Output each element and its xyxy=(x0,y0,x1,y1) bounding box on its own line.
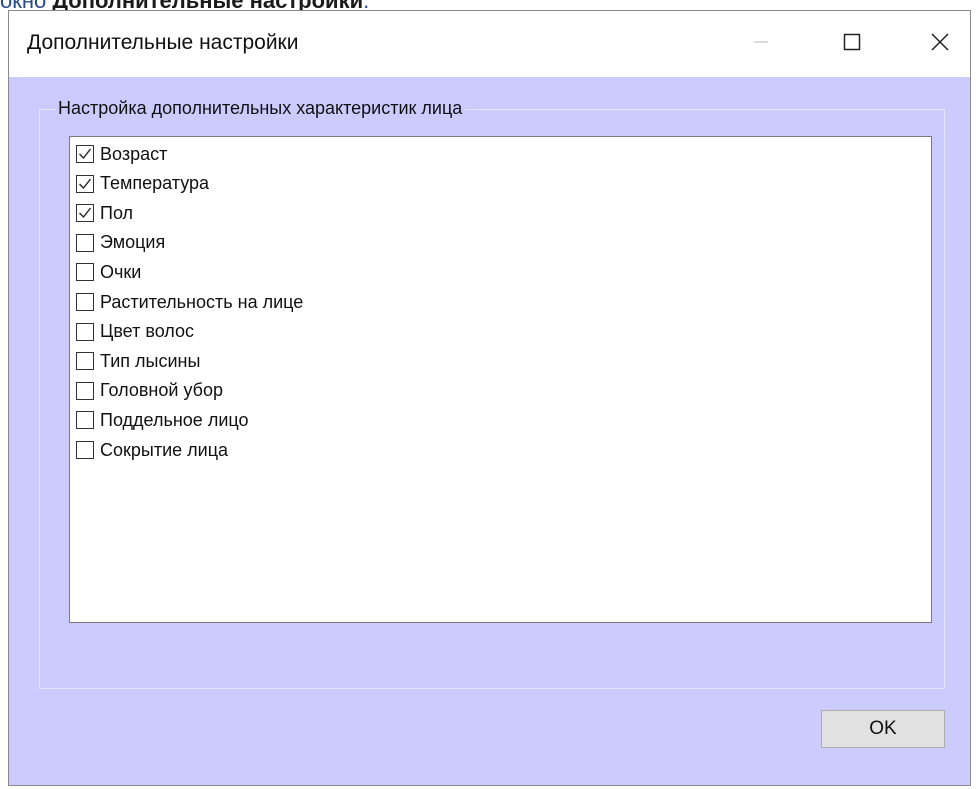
checklist-item[interactable]: Очки xyxy=(76,259,141,285)
checkbox-unchecked[interactable] xyxy=(76,352,94,371)
maximize-button[interactable] xyxy=(827,11,877,77)
close-button[interactable] xyxy=(915,11,965,77)
minimize-button[interactable] xyxy=(736,11,786,77)
minimize-icon xyxy=(753,34,769,55)
checkbox-unchecked[interactable] xyxy=(76,233,94,252)
checklist-item[interactable]: Цвет волос xyxy=(76,319,194,345)
checklist-item[interactable]: Пол xyxy=(76,200,133,226)
checklist-item-label: Головной убор xyxy=(100,380,223,401)
checklist-item-label: Эмоция xyxy=(100,232,166,253)
checklist-item[interactable]: Температура xyxy=(76,171,209,197)
checklist-item-label: Цвет волос xyxy=(100,321,195,342)
checkbox-unchecked[interactable] xyxy=(76,441,94,459)
settings-dialog: Дополнительные настройки Настройка допол… xyxy=(8,10,971,786)
window-title: Дополнительные настройки xyxy=(27,31,299,54)
checklist-item[interactable]: Тип лысины xyxy=(76,348,200,374)
checklist-item[interactable]: Сокрытие лица xyxy=(76,437,228,463)
close-icon xyxy=(931,32,949,56)
checkbox-unchecked[interactable] xyxy=(76,411,94,430)
checklist-item-label: Очки xyxy=(100,261,142,282)
checkmark-icon xyxy=(79,207,92,219)
checklist-item-label: Растительность на лице xyxy=(100,291,304,312)
checklist-item[interactable]: Эмоция xyxy=(76,230,165,256)
checklist-item[interactable]: Возраст xyxy=(76,141,167,167)
checklist-item-label: Поддельное лицо xyxy=(100,409,249,430)
checkbox-unchecked[interactable] xyxy=(76,263,94,282)
checkbox-checked[interactable] xyxy=(76,174,94,193)
checklist-item-label: Пол xyxy=(100,202,134,223)
checklist-item-label: Сокрытие лица xyxy=(100,439,229,460)
maximize-icon xyxy=(843,33,861,56)
attributes-checklist[interactable]: Возраст Температура Пол Эмоция Очки Раститель… xyxy=(69,136,932,623)
title-bar[interactable]: Дополнительные настройки xyxy=(9,11,970,77)
checkmark-icon xyxy=(79,148,92,160)
checklist-item[interactable]: Поддельное лицо xyxy=(76,407,249,433)
checklist-item-label: Возраст xyxy=(100,143,168,164)
checkbox-checked[interactable] xyxy=(76,204,94,223)
group-title: Настройка дополнительных характеристик л… xyxy=(55,98,466,119)
checklist-item[interactable]: Головной убор xyxy=(76,378,223,404)
checkbox-checked[interactable] xyxy=(76,145,94,163)
ok-button[interactable]: OK xyxy=(821,710,945,748)
checkmark-icon xyxy=(79,178,92,189)
checklist-item[interactable]: Растительность на лице xyxy=(76,289,303,315)
checkbox-unchecked[interactable] xyxy=(76,293,94,311)
checkbox-unchecked[interactable] xyxy=(76,322,94,341)
checklist-item-label: Температура xyxy=(100,173,210,194)
checklist-item-label: Тип лысины xyxy=(100,350,201,371)
checkbox-unchecked[interactable] xyxy=(76,381,94,400)
